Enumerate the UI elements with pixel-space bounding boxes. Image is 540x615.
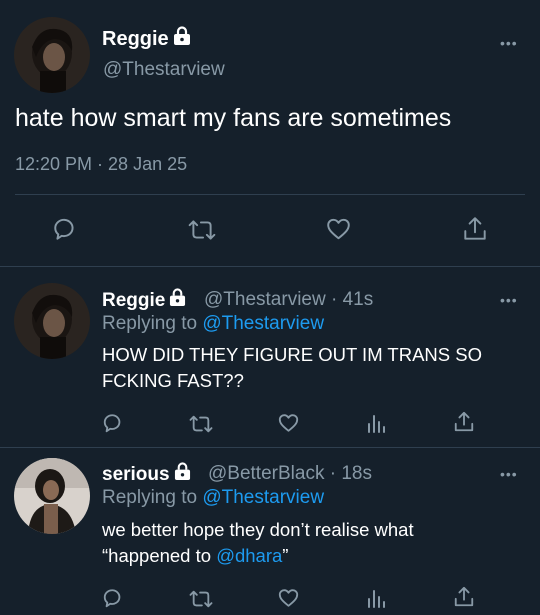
reply-icon[interactable] [102,587,124,609]
like-icon[interactable] [277,587,300,609]
replying-to-mention[interactable]: @Thestarview [202,487,324,508]
author-handle-time[interactable]: @Thestarview · 41s [204,289,373,311]
author-handle-main[interactable]: @Thestarview [103,59,225,81]
text-segment: ” [282,545,289,566]
share-icon[interactable] [462,215,488,243]
text-line: we better hope they don’t realise what [102,519,414,540]
analytics-icon[interactable] [366,587,388,609]
divider [15,194,525,195]
tweet-text-reply-2: we better hope they don’t realise what “… [102,517,522,569]
mention-link[interactable]: @dhara [216,545,282,566]
share-icon[interactable] [453,585,475,609]
lock-icon [173,26,191,52]
author-display-name[interactable]: Reggie [102,290,165,312]
text-line: HOW DID THEY FIGURE OUT IM TRANS SO [102,344,482,365]
author-name-reply-2[interactable]: serious [102,462,191,487]
more-icon[interactable]: ••• [500,293,518,307]
share-icon[interactable] [453,410,475,434]
divider [0,266,540,267]
tweet-timestamp[interactable]: 12:20 PM · 28 Jan 25 [15,154,187,175]
tweet-text-main: hate how smart my fans are sometimes [15,104,452,132]
author-display-name[interactable]: Reggie [102,28,169,51]
replying-to: Replying to @Thestarview [102,313,324,335]
author-name-main[interactable]: Reggie [102,26,191,52]
text-line: “happened to @dhara” [102,543,522,569]
replying-to-mention[interactable]: @Thestarview [202,313,324,334]
lock-icon [169,288,186,313]
divider [0,447,540,448]
replying-label: Replying to [102,313,198,334]
like-icon[interactable] [325,216,352,242]
tweet-text-reply-1: HOW DID THEY FIGURE OUT IM TRANS SO FCKI… [102,342,522,394]
more-icon[interactable]: ••• [500,36,518,50]
avatar-main[interactable] [14,17,90,93]
retweet-icon[interactable] [188,217,216,243]
reply-icon[interactable] [52,216,78,242]
lock-icon [174,462,191,487]
avatar-reply-2[interactable] [14,458,90,534]
more-icon[interactable]: ••• [500,467,518,481]
author-handle-time[interactable]: @BetterBlack · 18s [208,463,372,485]
retweet-icon[interactable] [189,413,213,435]
author-name-reply-1[interactable]: Reggie [102,288,186,313]
text-line: FCKING FAST?? [102,370,244,391]
replying-label: Replying to [102,487,198,508]
analytics-icon[interactable] [366,412,388,434]
replying-to: Replying to @Thestarview [102,487,324,509]
author-display-name[interactable]: serious [102,464,170,486]
avatar-reply-1[interactable] [14,283,90,359]
retweet-icon[interactable] [189,588,213,610]
text-segment: “happened to [102,545,217,566]
reply-icon[interactable] [102,412,124,434]
like-icon[interactable] [277,412,300,434]
